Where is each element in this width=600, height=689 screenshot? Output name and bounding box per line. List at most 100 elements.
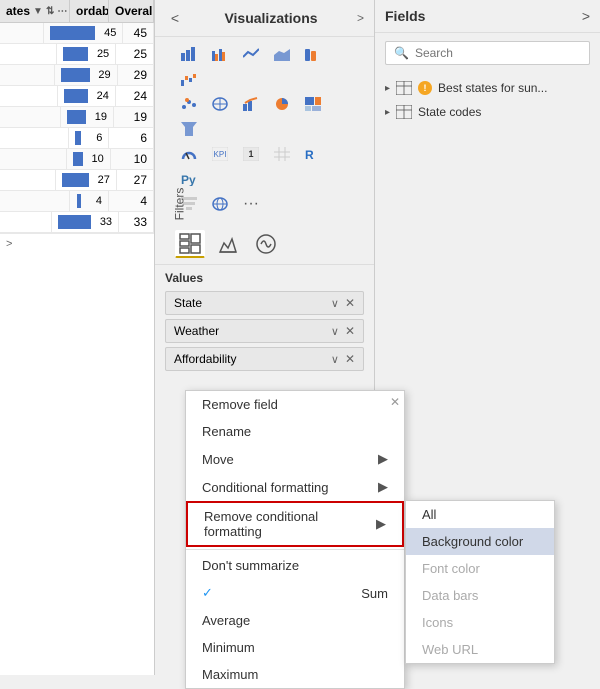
overall-cell: 27 xyxy=(117,170,154,190)
bar-value: 24 xyxy=(91,90,109,102)
field-name-affordability: Affordability xyxy=(174,352,236,366)
minimum-item[interactable]: Minimum xyxy=(186,634,404,661)
fields-group-state-codes-header[interactable]: ▸ State codes xyxy=(375,101,600,123)
minimum-label: Minimum xyxy=(202,640,255,655)
field-pill-right-state: ∨ ✕ xyxy=(331,296,355,310)
pie-chart-icon[interactable] xyxy=(268,93,296,115)
matrix-icon[interactable] xyxy=(268,143,296,165)
field-pill-weather[interactable]: Weather ∨ ✕ xyxy=(165,319,364,343)
expand-icon-weather[interactable]: ∨ xyxy=(331,325,339,338)
clustered-bar-icon[interactable] xyxy=(206,43,234,65)
field-pill-affordability[interactable]: Affordability ∨ ✕ xyxy=(165,347,364,371)
ribbon-chart-icon[interactable] xyxy=(299,43,327,65)
expand-icon-affordability[interactable]: ∨ xyxy=(331,353,339,366)
table-row: 10 10 xyxy=(0,149,154,170)
submenu-font-color[interactable]: Font color xyxy=(406,555,554,582)
context-menu-close[interactable]: ✕ xyxy=(390,395,400,409)
overall-cell: 33 xyxy=(119,212,154,232)
table-row: 29 29 xyxy=(0,65,154,86)
table-row: 33 33 xyxy=(0,212,154,233)
area-chart-icon[interactable] xyxy=(268,43,296,65)
state-cell xyxy=(0,212,52,232)
waterfall-icon[interactable] xyxy=(175,68,203,90)
remove-field-item[interactable]: Remove field xyxy=(186,391,404,418)
bar xyxy=(77,194,81,208)
more-indicator[interactable]: > xyxy=(0,233,154,254)
average-item[interactable]: Average xyxy=(186,607,404,634)
gauge-icon[interactable] xyxy=(175,143,203,165)
fields-group-best-states-header[interactable]: ▸ ! Best states for sun... xyxy=(375,77,600,99)
conditional-formatting-item[interactable]: Conditional formatting ▶ xyxy=(186,473,404,501)
bar-value: 4 xyxy=(84,195,102,207)
more-visuals-icon[interactable]: ··· xyxy=(237,193,265,215)
submenu: All Background color Font color Data bar… xyxy=(405,500,555,664)
state-cell xyxy=(0,149,67,169)
remove-conditional-arrow-icon: ▶ xyxy=(376,516,386,532)
sum-item[interactable]: ✓ Sum xyxy=(186,579,404,607)
build-tab[interactable] xyxy=(175,230,205,258)
submenu-background-color[interactable]: Background color xyxy=(406,528,554,555)
search-input[interactable] xyxy=(415,46,581,60)
table-row: 24 24 xyxy=(0,86,154,107)
close-icon-affordability[interactable]: ✕ xyxy=(345,352,355,366)
state-cell xyxy=(0,128,69,148)
rename-item[interactable]: Rename xyxy=(186,418,404,445)
expand-icon-state[interactable]: ∨ xyxy=(331,297,339,310)
close-icon-state[interactable]: ✕ xyxy=(345,296,355,310)
treemap-icon[interactable] xyxy=(299,93,327,115)
field-pill-state[interactable]: State ∨ ✕ xyxy=(165,291,364,315)
funnel-icon[interactable] xyxy=(175,118,203,140)
dont-summarize-label: Don't summarize xyxy=(202,558,299,573)
globe-icon[interactable] xyxy=(206,193,234,215)
menu-icon[interactable]: ⋯ xyxy=(57,6,67,17)
state-cell xyxy=(0,65,55,85)
remove-conditional-formatting-item[interactable]: Remove conditional formatting ▶ xyxy=(186,501,404,547)
analytics-tab[interactable] xyxy=(251,230,281,258)
afford-cell: 24 xyxy=(58,86,116,106)
afford-cell: 25 xyxy=(57,44,116,64)
close-icon-weather[interactable]: ✕ xyxy=(345,324,355,338)
filter-icon[interactable]: ▼ xyxy=(33,6,43,17)
fields-expand-button[interactable]: > xyxy=(582,8,590,24)
icon-row-1 xyxy=(175,43,344,90)
search-icon: 🔍 xyxy=(394,46,409,60)
bar xyxy=(75,131,81,145)
submenu-web-url[interactable]: Web URL xyxy=(406,636,554,663)
bar xyxy=(63,47,88,61)
map-icon[interactable] xyxy=(206,93,234,115)
move-item[interactable]: Move ▶ xyxy=(186,445,404,473)
table-icon-2 xyxy=(396,105,412,119)
bar-chart-icon[interactable] xyxy=(175,43,203,65)
combo-chart-icon[interactable] xyxy=(237,93,265,115)
values-section: Values State ∨ ✕ Weather ∨ ✕ Affordabili… xyxy=(155,265,374,381)
submenu-icons[interactable]: Icons xyxy=(406,609,554,636)
vis-expand-icon: > xyxy=(357,11,364,25)
overall-cell: 24 xyxy=(116,86,154,106)
table-icon-1 xyxy=(396,81,412,95)
bar-value: 33 xyxy=(94,216,112,228)
r-visual-icon[interactable]: R xyxy=(299,143,327,165)
move-arrow-icon: ▶ xyxy=(378,451,388,467)
line-chart-icon[interactable] xyxy=(237,43,265,65)
overall-cell: 4 xyxy=(109,191,154,211)
kpi-icon[interactable]: KPI xyxy=(206,143,234,165)
states-header-text: ates xyxy=(6,4,30,18)
state-cell xyxy=(0,23,44,43)
bar xyxy=(61,68,90,82)
scatter-chart-icon[interactable] xyxy=(175,93,203,115)
submenu-data-bars[interactable]: Data bars xyxy=(406,582,554,609)
overall-cell: 25 xyxy=(116,44,154,64)
afford-cell: 19 xyxy=(61,107,114,127)
format-tab[interactable] xyxy=(213,230,243,258)
dont-summarize-item[interactable]: Don't summarize xyxy=(186,552,404,579)
fields-group-best-states: ▸ ! Best states for sun... xyxy=(375,77,600,99)
field-pill-right-affordability: ∨ ✕ xyxy=(331,352,355,366)
best-states-label: Best states for sun... xyxy=(438,81,547,95)
card-icon[interactable]: 1 xyxy=(237,143,265,165)
remove-field-label: Remove field xyxy=(202,397,278,412)
search-box: 🔍 xyxy=(385,41,590,65)
state-cell xyxy=(0,86,58,106)
bar xyxy=(50,26,95,40)
collapse-panel-button[interactable]: < xyxy=(165,8,185,28)
submenu-all[interactable]: All xyxy=(406,501,554,528)
